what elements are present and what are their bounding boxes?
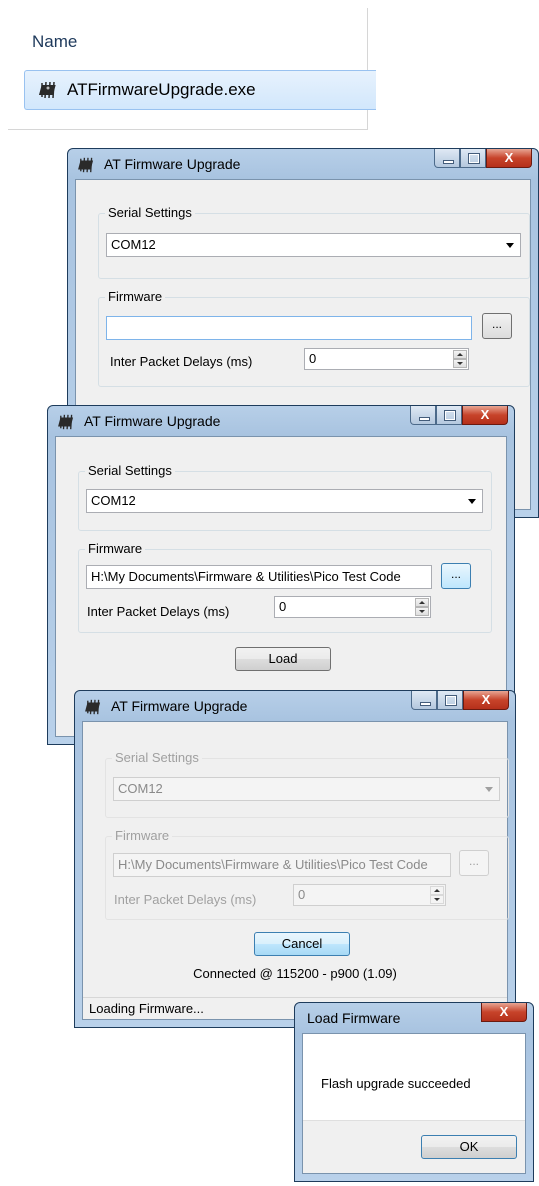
load-button[interactable]: Load	[235, 647, 331, 671]
file-row-atfirmwareupgrade[interactable]: ATFirmwareUpgrade.exe	[24, 70, 376, 110]
firmware-label: Firmware	[85, 541, 146, 556]
maximize-button[interactable]	[437, 691, 463, 710]
delay-label: Inter Packet Delays (ms)	[87, 604, 230, 619]
firmware-path-field[interactable]	[106, 316, 472, 340]
chip-icon	[39, 81, 56, 99]
port-value: COM12	[91, 493, 136, 508]
caption-buttons: X	[410, 406, 508, 426]
minimize-button[interactable]	[410, 406, 436, 425]
close-button[interactable]: X	[486, 149, 532, 168]
firmware-group: Firmware H:\My Documents\Firmware & Util…	[105, 828, 509, 920]
name-column-header[interactable]: Name	[32, 32, 77, 52]
window-title: AT Firmware Upgrade	[84, 413, 221, 429]
file-name: ATFirmwareUpgrade.exe	[67, 80, 256, 99]
connection-status: Connected @ 115200 - p900 (1.09)	[193, 966, 397, 981]
maximize-button[interactable]	[436, 406, 462, 425]
maximize-button[interactable]	[460, 149, 486, 168]
window-title: AT Firmware Upgrade	[111, 698, 248, 714]
serial-settings-label: Serial Settings	[105, 205, 195, 220]
file-explorer-pane: Name ATFirmwareUpgrade.exe	[8, 8, 376, 130]
delay-spinner[interactable]: 0	[304, 348, 469, 370]
caption-buttons: X	[481, 1003, 527, 1023]
minimize-button[interactable]	[434, 149, 460, 168]
chip-icon	[78, 157, 94, 173]
close-button[interactable]: X	[463, 691, 509, 710]
serial-settings-label: Serial Settings	[112, 750, 202, 765]
dialog-title: Load Firmware	[307, 1010, 401, 1026]
firmware-group: Firmware H:\My Documents\Firmware & Util…	[78, 541, 492, 633]
dialog-client-area: Flash upgrade succeeded OK	[302, 1033, 526, 1174]
port-combo[interactable]: COM12	[106, 233, 521, 257]
spin-down-icon[interactable]	[453, 359, 467, 368]
firmware-label: Firmware	[105, 289, 166, 304]
port-value: COM12	[111, 237, 156, 252]
spin-down-icon[interactable]	[430, 895, 444, 904]
window-client-area: Serial Settings COM12 Firmware H:\My Doc…	[82, 721, 509, 1020]
serial-settings-group: Serial Settings COM12	[105, 750, 509, 818]
serial-settings-label: Serial Settings	[85, 463, 175, 478]
dialog-message: Flash upgrade succeeded	[321, 1076, 471, 1091]
delay-label: Inter Packet Delays (ms)	[110, 354, 253, 369]
delay-value: 0	[309, 351, 317, 366]
chip-icon	[85, 699, 101, 715]
port-value: COM12	[118, 781, 163, 796]
status-text: Loading Firmware...	[89, 1001, 204, 1016]
caption-buttons: X	[434, 149, 532, 169]
ok-button[interactable]: OK	[421, 1135, 517, 1159]
minimize-button[interactable]	[411, 691, 437, 710]
spin-up-icon[interactable]	[415, 598, 429, 607]
browse-button[interactable]: ...	[459, 850, 489, 876]
spin-up-icon[interactable]	[430, 886, 444, 895]
delay-value: 0	[279, 599, 287, 614]
port-combo[interactable]: COM12	[86, 489, 483, 513]
dialog-footer: OK	[303, 1120, 525, 1173]
cancel-button[interactable]: Cancel	[254, 932, 350, 956]
firmware-path-field[interactable]: H:\My Documents\Firmware & Utilities\Pic…	[86, 565, 432, 589]
caption-buttons: X	[411, 691, 509, 711]
serial-settings-group: Serial Settings COM12	[98, 205, 530, 279]
spin-up-icon[interactable]	[453, 350, 467, 359]
close-button[interactable]: X	[462, 406, 508, 425]
serial-settings-group: Serial Settings COM12	[78, 463, 492, 531]
delay-spinner[interactable]: 0	[293, 884, 446, 906]
firmware-label: Firmware	[112, 828, 173, 843]
port-combo[interactable]: COM12	[113, 777, 500, 801]
browse-button[interactable]: ...	[482, 313, 512, 339]
dropdown-arrow-icon[interactable]	[506, 243, 514, 248]
delay-spinner[interactable]: 0	[274, 596, 431, 618]
browse-button[interactable]: ...	[441, 563, 471, 589]
close-button[interactable]: X	[481, 1003, 527, 1022]
dropdown-arrow-icon[interactable]	[485, 787, 493, 792]
window-title: AT Firmware Upgrade	[104, 156, 241, 172]
firmware-path-field[interactable]: H:\My Documents\Firmware & Utilities\Pic…	[113, 853, 451, 877]
firmware-group: Firmware ... Inter Packet Delays (ms) 0	[98, 289, 530, 387]
firmware-upgrade-window-loading: AT Firmware Upgrade X Serial Settings CO…	[74, 690, 516, 1028]
spin-down-icon[interactable]	[415, 607, 429, 616]
chip-icon	[58, 414, 74, 430]
delay-value: 0	[298, 887, 306, 902]
delay-label: Inter Packet Delays (ms)	[114, 892, 257, 907]
dropdown-arrow-icon[interactable]	[468, 499, 476, 504]
load-firmware-dialog: Load Firmware X Flash upgrade succeeded …	[294, 1002, 534, 1182]
